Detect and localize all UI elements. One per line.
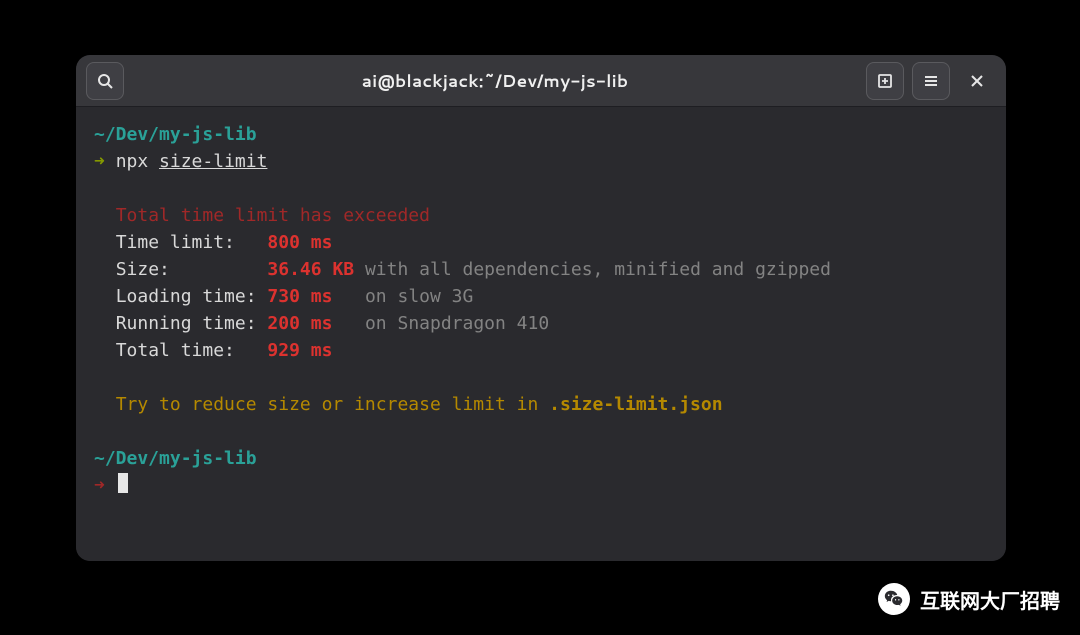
hamburger-icon [923, 73, 939, 89]
cursor [118, 473, 128, 493]
loading-note: on slow 3G [365, 286, 473, 307]
prompt-cwd: ~/Dev/my-js-lib [94, 124, 257, 145]
running-note: on Snapdragon 410 [365, 313, 549, 334]
window-title: ai@blackjack:~/Dev/my-js-lib [132, 69, 858, 93]
titlebar: ai@blackjack:~/Dev/my-js-lib [76, 55, 1006, 107]
size-note: with all dependencies, minified and gzip… [365, 259, 831, 280]
command-arg: size-limit [159, 151, 267, 172]
hint-filename: .size-limit.json [549, 394, 722, 415]
new-tab-icon [877, 73, 893, 89]
total-label: Total time: [116, 340, 235, 361]
search-icon [97, 73, 113, 89]
terminal-body[interactable]: ~/Dev/my-js-lib ➜ npx size-limit Total ti… [76, 107, 1006, 561]
time-limit-value: 800 ms [267, 232, 332, 253]
terminal-window: ai@blackjack:~/Dev/my-js-lib ~/Dev/my-js… [76, 55, 1006, 561]
close-button[interactable] [958, 62, 996, 100]
command-name: npx [116, 151, 149, 172]
menu-button[interactable] [912, 62, 950, 100]
prompt-arrow-2: ➜ [94, 475, 105, 496]
wechat-icon [878, 583, 910, 615]
size-label: Size: [116, 259, 170, 280]
close-icon [970, 74, 984, 88]
new-tab-button[interactable] [866, 62, 904, 100]
watermark-text: 互联网大厂招聘 [920, 585, 1060, 614]
loading-label: Loading time: [116, 286, 257, 307]
size-value: 36.46 KB [267, 259, 354, 280]
hint-prefix: Try to reduce size or increase limit in [116, 394, 549, 415]
search-button[interactable] [86, 62, 124, 100]
total-value: 929 ms [267, 340, 332, 361]
running-value: 200 ms [267, 313, 332, 334]
prompt-cwd-2: ~/Dev/my-js-lib [94, 448, 257, 469]
prompt-arrow: ➜ [94, 151, 105, 172]
time-limit-label: Time limit: [116, 232, 235, 253]
error-heading: Total time limit has exceeded [116, 205, 430, 226]
loading-value: 730 ms [267, 286, 332, 307]
watermark: 互联网大厂招聘 [878, 583, 1060, 615]
running-label: Running time: [116, 313, 257, 334]
